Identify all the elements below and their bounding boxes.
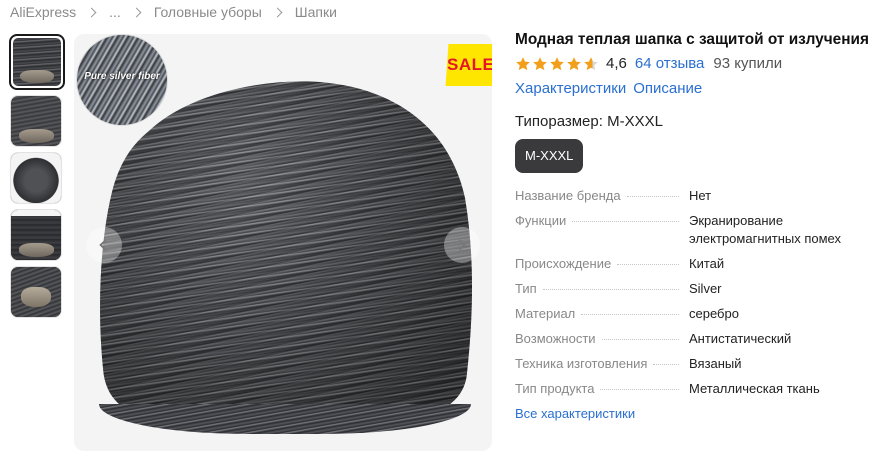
spec-dots [601, 339, 679, 340]
star-icon [550, 56, 564, 70]
spec-value: Вязаный [689, 356, 742, 371]
sale-badge-text: SALE [447, 55, 492, 74]
spec-value: Антистатический [689, 331, 792, 346]
chevron-right-icon [86, 7, 97, 17]
thumbnail-5[interactable] [10, 266, 62, 318]
thumbnail-list [9, 34, 66, 323]
silver-fiber-badge-text: Pure silver fiber [84, 71, 160, 82]
hat-body [95, 68, 473, 438]
spec-value: серебро [689, 306, 739, 321]
breadcrumb-ellipsis[interactable]: ... [109, 4, 121, 20]
bought-count: 93 купили [713, 55, 783, 72]
spec-key: Название бренда [515, 188, 621, 203]
sale-badge: SALE [445, 44, 492, 86]
silver-fiber-badge: Pure silver fiber [76, 34, 168, 126]
spec-row: Название бренда Нет [515, 187, 865, 205]
thumbnail-image [13, 38, 61, 86]
spec-row: Тип Silver [515, 280, 865, 298]
spec-value: Экранирование электромагнитных помех [689, 213, 842, 246]
thumbnail-3[interactable] [10, 152, 62, 204]
star-icon [533, 56, 547, 70]
chevron-right-icon [131, 7, 142, 17]
spec-row: Материал серебро [515, 305, 865, 323]
spec-row: Возможности Антистатический [515, 330, 865, 348]
size-option-button[interactable]: M-XXXL [515, 139, 584, 173]
spec-value: Silver [689, 281, 722, 296]
breadcrumb: AliExpress ... Головные уборы Шапки [10, 4, 337, 20]
spec-key: Материал [515, 306, 576, 321]
rating-stars [515, 56, 600, 72]
hat-brim [99, 404, 471, 434]
spec-dots [626, 196, 679, 197]
spec-key: Происхождение [515, 256, 612, 271]
thumbnail-image [11, 267, 61, 317]
spec-dots [542, 289, 679, 290]
thumbnail-2[interactable] [10, 95, 62, 147]
star-icon [584, 56, 598, 70]
thumbnail-image [11, 210, 61, 260]
spec-dots [572, 221, 679, 222]
next-image-button[interactable] [444, 227, 480, 263]
thumbnail-image [11, 153, 61, 203]
spec-key: Функции [515, 213, 567, 228]
spec-row: Тип продукта Металлическая ткань [515, 380, 865, 398]
spec-key: Возможности [515, 331, 596, 346]
main-product-image[interactable]: Pure silver fiber SALE [74, 34, 492, 451]
chevron-right-icon [454, 239, 466, 251]
spec-value: Нет [689, 188, 712, 203]
star-icon [567, 56, 581, 70]
description-link[interactable]: Описание [633, 80, 702, 97]
spec-row: Функции Экранирование электромагнитных по… [515, 212, 865, 248]
section-links: Характеристики Описание [515, 80, 865, 97]
spec-row: Происхождение Китай [515, 255, 865, 273]
spec-dots [617, 264, 679, 265]
spec-key: Тип [515, 281, 537, 296]
prev-image-button[interactable] [86, 227, 122, 263]
spec-value: Металлическая ткань [689, 381, 820, 396]
spec-row: Техника изготовления Вязаный [515, 355, 865, 373]
breadcrumb-hats[interactable]: Шапки [295, 4, 337, 20]
thumbnail-1[interactable] [9, 34, 65, 90]
reviews-link[interactable]: 64 отзыва [635, 55, 705, 72]
all-specs-link[interactable]: Все характеристики [515, 406, 635, 421]
product-title: Модная теплая шапка с защитой от излучен… [515, 31, 869, 48]
chevron-left-icon [99, 239, 111, 251]
breadcrumb-headwear[interactable]: Головные уборы [154, 4, 262, 20]
spec-dots [600, 389, 679, 390]
specs-table: Название бренда Нет Функции Экранирование э… [515, 187, 865, 398]
rating-value: 4,6 [606, 55, 627, 72]
spec-dots [581, 314, 679, 315]
chevron-right-icon [272, 7, 283, 17]
characteristics-link[interactable]: Характеристики [515, 80, 626, 97]
spec-key: Техника изготовления [515, 356, 648, 371]
breadcrumb-aliexpress[interactable]: AliExpress [10, 4, 76, 20]
rating-row: 4,6 64 отзыва 93 купили [515, 55, 865, 72]
spec-value: Китай [689, 256, 725, 271]
spec-dots [653, 364, 679, 365]
thumbnail-image [11, 96, 61, 146]
product-info: Модная теплая шапка с защитой от излучен… [515, 31, 869, 423]
star-icon [516, 56, 530, 70]
spec-key: Тип продукта [515, 381, 595, 396]
thumbnail-4[interactable] [10, 209, 62, 261]
size-label: Типоразмер: M-XXXL [515, 113, 663, 130]
